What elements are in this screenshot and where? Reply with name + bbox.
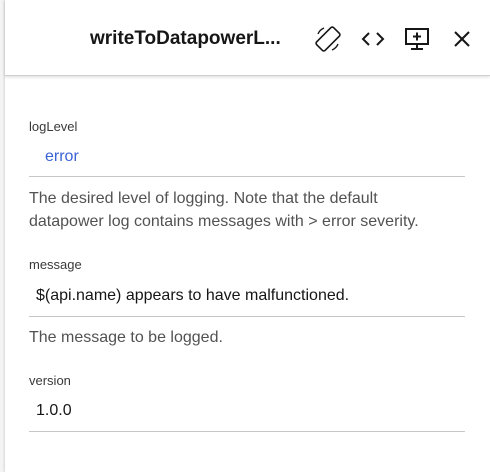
message-underline: [29, 316, 465, 317]
panel-title: writeToDatapowerL...: [90, 28, 281, 49]
version-label: version: [29, 373, 71, 388]
loglevel-description: The desired level of logging. Note that …: [29, 187, 469, 233]
close-button[interactable]: [445, 22, 479, 56]
message-description: The message to be logged.: [29, 329, 223, 346]
code-button[interactable]: [356, 22, 390, 56]
close-icon: [452, 29, 472, 49]
message-input[interactable]: $(api.name) appears to have malfunctione…: [29, 285, 465, 307]
message-label: message: [29, 257, 82, 272]
loglevel-underline: [29, 176, 465, 177]
version-input[interactable]: 1.0.0: [29, 400, 465, 422]
loglevel-description-line1: The desired level of logging. Note that …: [29, 190, 378, 207]
preview-button[interactable]: [400, 22, 434, 56]
version-underline: [29, 431, 465, 432]
properties-panel: writeToDatapowerL... logLevel error The …: [5, 0, 490, 472]
code-icon: [361, 29, 385, 49]
loglevel-label: logLevel: [29, 119, 78, 134]
preview-icon: [404, 27, 430, 51]
rotate-button[interactable]: [311, 22, 345, 56]
loglevel-description-line2: datapower log contains messages with > e…: [29, 213, 419, 230]
loglevel-value[interactable]: error: [29, 146, 465, 168]
panel-header: writeToDatapowerL...: [5, 0, 490, 76]
rotate-icon: [313, 24, 343, 54]
panel-body: logLevel error The desired level of logg…: [5, 76, 490, 472]
